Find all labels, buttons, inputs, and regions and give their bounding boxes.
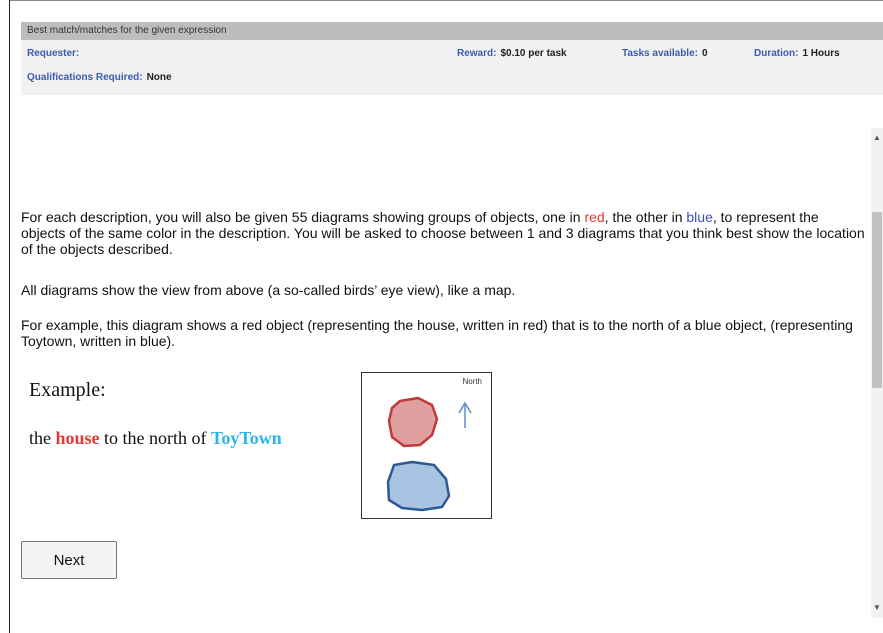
- frame-left-border: [9, 0, 10, 633]
- tasks-available-field: Tasks available: 0: [622, 48, 708, 59]
- instructions-text: For each description, you will also be g…: [21, 209, 585, 225]
- toytown-word: ToyTown: [211, 428, 282, 448]
- diagram-svg: [386, 396, 472, 512]
- instructions-paragraph-2: All diagrams show the view from above (a…: [21, 282, 516, 298]
- phrase-text: to the north of: [99, 428, 211, 448]
- instructions-paragraph-3: For example, this diagram shows a red ob…: [21, 317, 853, 349]
- reward-field: Reward: $0.10 per task: [457, 48, 567, 59]
- reward-label: Reward:: [457, 48, 497, 59]
- requester-label: Requester:: [27, 48, 80, 59]
- phrase-text: the: [29, 428, 56, 448]
- duration-value: 1 Hours: [802, 48, 840, 59]
- red-word: red: [584, 209, 605, 225]
- north-arrow-icon: [458, 401, 472, 428]
- instructions-text: , the other in: [604, 209, 687, 225]
- scrollbar-thumb[interactable]: [872, 212, 882, 388]
- example-label: Example:: [29, 379, 106, 401]
- red-object-shape: [387, 396, 439, 448]
- reward-value: $0.10 per task: [500, 48, 567, 59]
- qualifications-value: None: [146, 72, 172, 83]
- tasks-available-value: 0: [701, 48, 708, 59]
- hit-header: Best match/matches for the given express…: [21, 22, 883, 95]
- tasks-available-label: Tasks available:: [622, 48, 698, 59]
- requester-field: Requester:: [27, 48, 79, 59]
- house-word: house: [55, 428, 100, 448]
- frame-top-border: [9, 0, 883, 1]
- hit-title: Best match/matches for the given express…: [21, 22, 883, 40]
- example-phrase: the house to the north of ToyTown: [29, 428, 282, 449]
- vertical-scrollbar[interactable]: ▲ ▼: [871, 128, 883, 618]
- triangle-down-icon[interactable]: ▼: [871, 600, 883, 616]
- blue-word: blue: [686, 209, 713, 225]
- duration-label: Duration:: [754, 48, 799, 59]
- blue-object-shape: [386, 460, 451, 512]
- instructions-paragraph-1: For each description, you will also be g…: [21, 209, 866, 257]
- triangle-up-icon[interactable]: ▲: [871, 130, 883, 146]
- next-button[interactable]: Next: [21, 541, 117, 579]
- example-diagram: North: [361, 372, 492, 519]
- duration-field: Duration: 1 Hours: [754, 48, 840, 59]
- qualifications-label: Qualifications Required:: [27, 72, 143, 83]
- qualifications-field: Qualifications Required: None: [27, 72, 172, 83]
